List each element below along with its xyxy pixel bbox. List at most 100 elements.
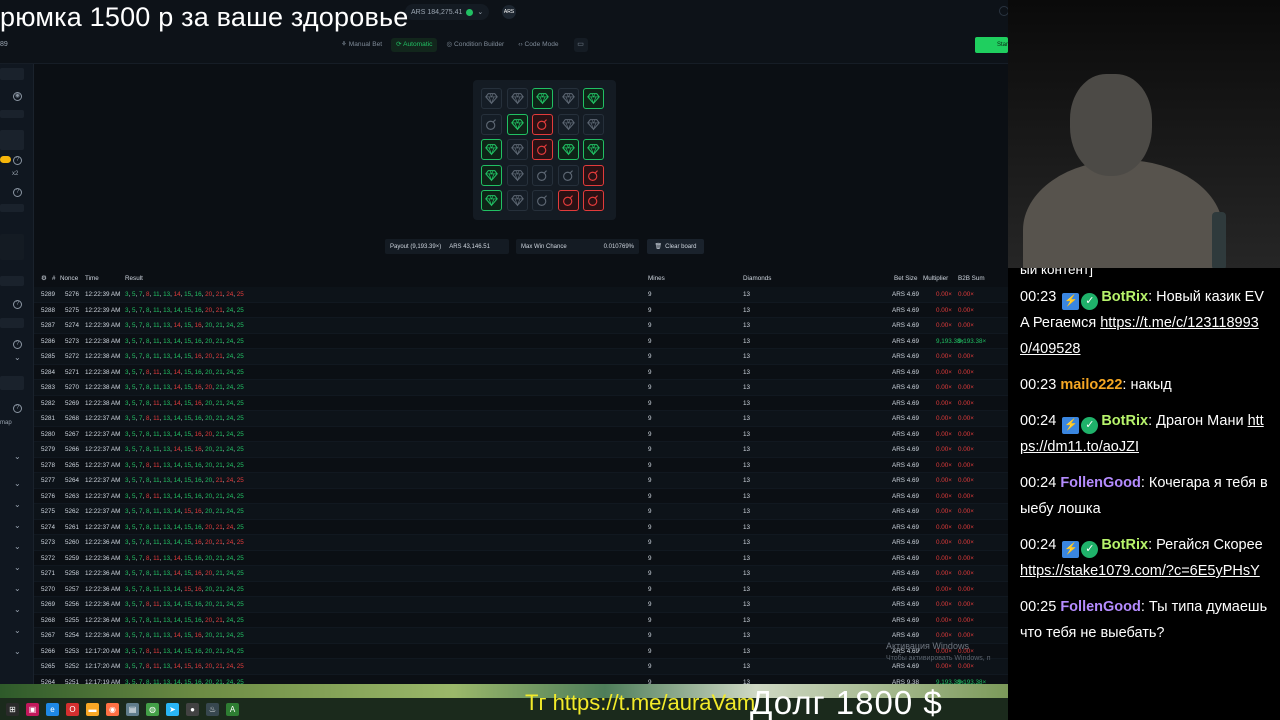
chevron-down-icon[interactable]: ⌄	[14, 584, 21, 593]
chat-username[interactable]: BotRix	[1101, 537, 1148, 553]
tile-hidden-gem[interactable]	[506, 190, 528, 211]
sidebar-field[interactable]	[0, 204, 24, 212]
table-row[interactable]: 5266 5253 12:17:20 AM 3, 5, 7, 8, 11, 13…	[34, 644, 1008, 659]
clear-board-button[interactable]: 🗑 Clear board	[647, 239, 704, 254]
tile-hidden-mine[interactable]	[481, 113, 502, 135]
gear-icon[interactable]: ⚙	[41, 275, 47, 282]
tile-gem[interactable]	[532, 88, 553, 109]
chevron-down-icon[interactable]: ⌄	[14, 542, 21, 551]
chat-username[interactable]: BotRix	[1101, 289, 1148, 305]
chat-link[interactable]: https://stake1079.com/?c=6E5yPHsY	[1020, 563, 1260, 579]
chevron-down-icon[interactable]: ⌄	[14, 605, 21, 614]
balance-display[interactable]: ARS 184,275.41 ⌄	[405, 4, 490, 20]
table-row[interactable]: 5264 5251 12:17:19 AM 3, 5, 7, 8, 11, 13…	[34, 675, 1008, 685]
help-icon[interactable]: ?	[13, 156, 22, 165]
chevron-down-icon[interactable]: ⌄	[14, 452, 21, 461]
tile-gem[interactable]	[481, 164, 502, 186]
tile-mine[interactable]	[557, 190, 579, 211]
col-b2b-sum[interactable]: B2B Sum	[958, 275, 985, 282]
tab-code-mode[interactable]: ‹› Code Mode	[513, 38, 563, 52]
tile-hidden-gem[interactable]	[583, 113, 604, 135]
col-diamonds[interactable]: Diamonds	[743, 275, 771, 282]
firefox-icon[interactable]: ◉	[106, 702, 119, 716]
tile-mine[interactable]	[583, 190, 604, 211]
tile-hidden-gem[interactable]	[481, 88, 502, 109]
table-row[interactable]: 5289 5276 12:22:39 AM 3, 5, 7, 8, 11, 13…	[34, 287, 1008, 303]
table-row[interactable]: 5281 5268 12:22:37 AM 3, 5, 7, 8, 11, 13…	[34, 411, 1008, 427]
chat-username[interactable]: BotRix	[1101, 413, 1148, 429]
obs-icon[interactable]: ●	[186, 702, 199, 716]
table-row[interactable]: 5276 5263 12:22:37 AM 3, 5, 7, 8, 11, 13…	[34, 489, 1008, 504]
tile-gem[interactable]	[557, 139, 579, 160]
table-row[interactable]: 5284 5271 12:22:38 AM 3, 5, 7, 8, 11, 13…	[34, 365, 1008, 380]
start-button[interactable]: Start	[975, 37, 1008, 53]
tile-hidden-gem[interactable]	[506, 88, 528, 109]
table-row[interactable]: 5267 5254 12:22:36 AM 3, 5, 7, 8, 11, 13…	[34, 628, 1008, 644]
opera-icon[interactable]: O	[66, 702, 79, 716]
tile-gem[interactable]	[481, 139, 502, 160]
table-row[interactable]: 5285 5272 12:22:38 AM 3, 5, 7, 8, 11, 13…	[34, 349, 1008, 365]
table-row[interactable]: 5277 5264 12:22:37 AM 3, 5, 7, 8, 11, 13…	[34, 473, 1008, 489]
table-row[interactable]: 5271 5258 12:22:36 AM 3, 5, 7, 8, 11, 13…	[34, 566, 1008, 582]
col-result[interactable]: Result	[125, 275, 143, 282]
target-icon[interactable]: ◉	[13, 92, 22, 101]
edge-icon[interactable]: e	[46, 702, 59, 716]
table-row[interactable]: 5288 5275 12:22:39 AM 3, 5, 7, 8, 11, 13…	[34, 303, 1008, 318]
chevron-down-icon[interactable]: ⌄	[14, 563, 21, 572]
help-icon[interactable]: ?	[13, 300, 22, 309]
table-row[interactable]: 5275 5262 12:22:37 AM 3, 5, 7, 8, 11, 13…	[34, 504, 1008, 520]
table-row[interactable]: 5269 5256 12:22:36 AM 3, 5, 7, 8, 11, 13…	[34, 597, 1008, 613]
chevron-down-icon[interactable]: ⌄	[14, 626, 21, 635]
table-row[interactable]: 5286 5273 12:22:38 AM 3, 5, 7, 8, 11, 13…	[34, 334, 1008, 349]
tab-manual-bet[interactable]: ⚘ Manual Bet	[336, 38, 387, 52]
chevron-down-icon[interactable]: ⌄	[14, 353, 21, 362]
sidebar-field[interactable]	[0, 110, 24, 118]
tile-gem[interactable]	[583, 139, 604, 160]
table-row[interactable]: 5272 5259 12:22:36 AM 3, 5, 7, 8, 11, 13…	[34, 551, 1008, 566]
table-row[interactable]: 5283 5270 12:22:38 AM 3, 5, 7, 8, 11, 13…	[34, 380, 1008, 396]
tile-hidden-gem[interactable]	[506, 164, 528, 186]
sidebar-field[interactable]	[0, 318, 24, 328]
help-icon[interactable]: ?	[13, 340, 22, 349]
table-row[interactable]: 5280 5267 12:22:37 AM 3, 5, 7, 8, 11, 13…	[34, 427, 1008, 442]
multiplier-chip[interactable]: x2	[12, 171, 18, 177]
tile-hidden-mine[interactable]	[532, 190, 553, 211]
chevron-down-icon[interactable]: ⌄	[14, 521, 21, 530]
tile-mine[interactable]	[532, 139, 553, 160]
sidebar-input[interactable]	[0, 68, 24, 80]
task-view-icon[interactable]: ⊞	[6, 702, 19, 716]
tile-hidden-gem[interactable]	[557, 88, 579, 109]
tile-hidden-gem[interactable]	[557, 113, 579, 135]
tile-mine[interactable]	[583, 164, 604, 186]
files-icon[interactable]: ▤	[126, 702, 139, 716]
tile-gem[interactable]	[583, 88, 604, 109]
table-row[interactable]: 5282 5269 12:22:38 AM 3, 5, 7, 8, 11, 13…	[34, 396, 1008, 411]
tile-hidden-mine[interactable]	[557, 164, 579, 186]
tile-gem[interactable]	[481, 190, 502, 211]
folder-icon[interactable]: ▬	[86, 702, 99, 716]
toggle-switch[interactable]	[0, 156, 11, 163]
col-multiplier[interactable]: Multiplier	[923, 275, 948, 282]
tile-hidden-mine[interactable]	[532, 164, 553, 186]
sidebar-field[interactable]	[0, 276, 24, 286]
table-row[interactable]: 5268 5255 12:22:36 AM 3, 5, 7, 8, 11, 13…	[34, 613, 1008, 628]
col-nonce[interactable]: Nonce	[60, 275, 78, 282]
table-row[interactable]: 5273 5260 12:22:36 AM 3, 5, 7, 8, 11, 13…	[34, 535, 1008, 551]
store-icon[interactable]: ▣	[26, 702, 39, 716]
col-time[interactable]: Time	[85, 275, 99, 282]
sidebar-field[interactable]	[0, 376, 24, 390]
table-row[interactable]: 5270 5257 12:22:36 AM 3, 5, 7, 8, 11, 13…	[34, 582, 1008, 597]
table-row[interactable]: 5279 5266 12:22:37 AM 3, 5, 7, 8, 11, 13…	[34, 442, 1008, 458]
tile-mine[interactable]	[532, 113, 553, 135]
help-icon[interactable]: ?	[13, 188, 22, 197]
tab-automatic[interactable]: ⟳ Automatic	[391, 38, 438, 52]
telegram-icon[interactable]: ➤	[166, 702, 179, 716]
chevron-down-icon[interactable]: ⌄	[14, 500, 21, 509]
tab-condition-builder[interactable]: ◎ Condition Builder	[441, 38, 509, 52]
help-icon[interactable]: ?	[13, 404, 22, 413]
chevron-down-icon[interactable]: ⌄	[14, 647, 21, 656]
chevron-down-icon[interactable]: ⌄	[14, 479, 21, 488]
layout-icon[interactable]: ▭	[573, 38, 588, 52]
tile-gem[interactable]	[506, 113, 528, 135]
table-row[interactable]: 5278 5265 12:22:37 AM 3, 5, 7, 8, 11, 13…	[34, 458, 1008, 473]
